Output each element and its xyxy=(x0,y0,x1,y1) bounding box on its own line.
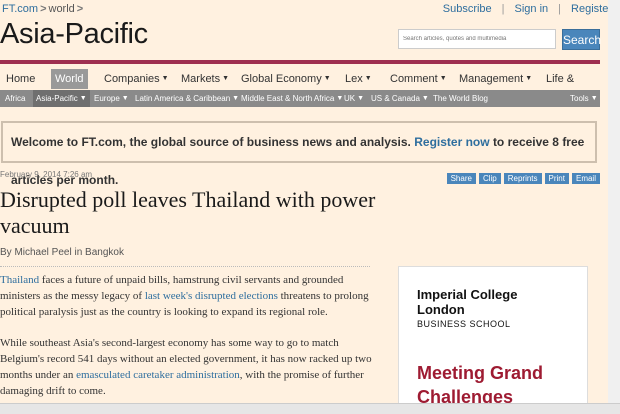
email-button[interactable]: Email xyxy=(571,173,600,184)
nav-comment[interactable]: Comment ▼ xyxy=(390,69,447,89)
nav-home[interactable]: Home xyxy=(6,69,35,89)
subnav-middle-east[interactable]: Middle East & North Africa ▼ xyxy=(241,90,343,107)
print-button[interactable]: Print xyxy=(544,173,569,184)
subnav-label: Europe xyxy=(94,94,120,103)
nav-companies[interactable]: Companies ▼ xyxy=(104,69,169,89)
chevron-down-icon: ▼ xyxy=(222,75,230,83)
register-now-link[interactable]: Register now xyxy=(414,135,489,149)
article-headline: Disrupted poll leaves Thailand with powe… xyxy=(0,187,376,238)
divider: | xyxy=(558,3,562,15)
nav-label: Management xyxy=(459,73,524,85)
nav-life-arts[interactable]: Life & Arts▼ xyxy=(546,69,600,105)
chevron-down-icon: ▼ xyxy=(336,95,344,103)
nav-label: Companies xyxy=(104,73,160,85)
reprints-button[interactable]: Reprints xyxy=(503,173,542,184)
vertical-scrollbar[interactable] xyxy=(608,0,620,403)
nav-markets[interactable]: Markets ▼ xyxy=(181,69,229,89)
divider xyxy=(0,266,370,267)
chevron-down-icon: ▼ xyxy=(439,75,447,83)
nav-global-economy[interactable]: Global Economy ▼ xyxy=(241,69,331,89)
subnav-uk[interactable]: UK ▼ xyxy=(344,90,364,107)
section-title: Asia-Pacific xyxy=(0,18,148,50)
chevron-down-icon: ▼ xyxy=(121,95,129,103)
divider: | xyxy=(501,3,505,15)
subnav-label: US & Canada xyxy=(371,94,420,103)
breadcrumb-separator: > xyxy=(40,3,47,15)
disrupted-elections-link[interactable]: last week's disrupted elections xyxy=(145,290,278,302)
chevron-down-icon: ▼ xyxy=(357,95,365,103)
sub-nav: Africa Asia-Pacific ▼ Europe ▼ Latin Ameri… xyxy=(0,90,600,107)
ad-school-label: BUSINESS SCHOOL xyxy=(417,319,511,329)
breadcrumb: FT.com > world > xyxy=(2,3,85,15)
subscribe-link[interactable]: Subscribe xyxy=(443,3,492,15)
sign-in-link[interactable]: Sign in xyxy=(515,3,549,15)
article-date: February 9, 2014 7:26 am xyxy=(0,170,93,179)
chevron-down-icon: ▼ xyxy=(364,75,372,83)
subnav-world-blog[interactable]: The World Blog xyxy=(433,90,488,107)
share-button[interactable]: Share xyxy=(446,173,476,184)
account-links: Subscribe | Sign in | Register xyxy=(443,3,612,15)
ad-tagline: Meeting Grand Challenges xyxy=(417,363,544,407)
nav-lex[interactable]: Lex ▼ xyxy=(345,69,372,89)
breadcrumb-separator: > xyxy=(76,3,84,15)
thailand-link[interactable]: Thailand xyxy=(0,274,39,286)
chevron-down-icon: ▼ xyxy=(590,95,598,103)
nav-label: Lex xyxy=(345,73,363,85)
article-byline: By Michael Peel in Bangkok xyxy=(0,247,124,258)
article-tools: Share Clip Reprints Print Email xyxy=(444,173,600,184)
chevron-down-icon: ▼ xyxy=(525,75,533,83)
chevron-down-icon: ▼ xyxy=(232,95,240,103)
ad-institution-name: Imperial College London xyxy=(417,287,518,317)
breadcrumb-section-link[interactable]: world xyxy=(49,3,75,15)
nav-label: Markets xyxy=(181,73,221,85)
header-rule xyxy=(0,60,600,64)
subnav-tools[interactable]: Tools ▼ xyxy=(570,90,598,107)
chevron-down-icon: ▼ xyxy=(421,95,429,103)
chevron-down-icon: ▼ xyxy=(79,95,87,103)
chevron-down-icon: ▼ xyxy=(161,75,169,83)
register-link[interactable]: Register xyxy=(571,3,612,15)
subnav-asia-pacific[interactable]: Asia-Pacific ▼ xyxy=(33,90,90,107)
welcome-text: Welcome to FT.com, the global source of … xyxy=(11,135,411,149)
article-paragraph: Thailand faces a future of unpaid bills,… xyxy=(0,272,372,320)
nav-world[interactable]: World xyxy=(51,69,88,89)
breadcrumb-home-link[interactable]: FT.com xyxy=(2,3,38,15)
welcome-banner: Welcome to FT.com, the global source of … xyxy=(1,121,597,187)
subnav-africa[interactable]: Africa xyxy=(5,90,25,107)
caretaker-administration-link[interactable]: emasculated caretaker administration xyxy=(76,369,240,381)
subnav-label: Middle East & North Africa xyxy=(241,94,335,103)
main-nav: Home World Companies ▼ Markets ▼ Global Ec… xyxy=(0,69,600,105)
chevron-down-icon: ▼ xyxy=(323,75,331,83)
subnav-europe[interactable]: Europe ▼ xyxy=(94,90,129,107)
article-paragraph: While southeast Asia's second-largest ec… xyxy=(0,335,372,399)
subnav-label: Tools xyxy=(570,94,589,103)
subnav-latin-america[interactable]: Latin America & Caribbean ▼ xyxy=(135,90,239,107)
subnav-label: Latin America & Caribbean xyxy=(135,94,231,103)
advertisement[interactable]: Imperial College London BUSINESS SCHOOL … xyxy=(398,266,588,413)
horizontal-scrollbar[interactable] xyxy=(0,403,620,414)
search-input[interactable] xyxy=(398,29,556,49)
nav-label: Global Economy xyxy=(241,73,322,85)
subnav-label: Asia-Pacific xyxy=(36,94,78,103)
search-button[interactable]: Search xyxy=(562,29,601,50)
subnav-us-canada[interactable]: US & Canada ▼ xyxy=(371,90,429,107)
nav-label: Comment xyxy=(390,73,438,85)
nav-management[interactable]: Management ▼ xyxy=(459,69,532,89)
clip-button[interactable]: Clip xyxy=(478,173,501,184)
subnav-label: UK xyxy=(344,94,356,103)
